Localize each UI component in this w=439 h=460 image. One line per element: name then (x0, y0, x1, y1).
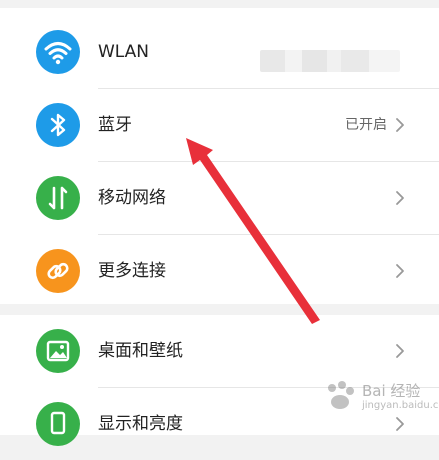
settings-item-mobile-network[interactable]: 移动网络 (0, 162, 439, 234)
settings-item-more-connections[interactable]: 更多连接 (0, 235, 439, 307)
settings-item-wlan[interactable]: WLAN (0, 16, 439, 88)
wifi-icon (36, 30, 80, 74)
baidu-watermark: Bai 经验 jingyan.baidu.com (318, 372, 439, 418)
paw-logo-icon (328, 381, 354, 409)
settings-item-label: 蓝牙 (98, 115, 132, 135)
chevron-right-icon (396, 264, 404, 278)
wlan-network-name-blurred (260, 50, 400, 72)
chevron-right-icon (396, 118, 404, 132)
display-icon (36, 402, 80, 446)
settings-item-status: 已开启 (345, 117, 387, 133)
wallpaper-icon (36, 329, 80, 373)
settings-item-label: WLAN (98, 42, 150, 62)
connectivity-settings-group: WLAN 蓝牙 已开启 移动网络 更多连接 (0, 8, 439, 304)
link-icon (36, 249, 80, 293)
bluetooth-icon (36, 103, 80, 147)
watermark-text: Bai 经验 (362, 382, 421, 400)
chevron-right-icon (396, 417, 404, 431)
settings-item-label: 显示和亮度 (98, 414, 183, 434)
settings-item-label: 桌面和壁纸 (98, 341, 183, 361)
chevron-right-icon (396, 344, 404, 358)
settings-item-label: 更多连接 (98, 261, 166, 281)
watermark-subtext: jingyan.baidu.com (362, 400, 439, 411)
settings-item-label: 移动网络 (98, 188, 166, 208)
chevron-right-icon (396, 191, 404, 205)
settings-item-bluetooth[interactable]: 蓝牙 已开启 (0, 89, 439, 161)
mobile-data-icon (36, 176, 80, 220)
